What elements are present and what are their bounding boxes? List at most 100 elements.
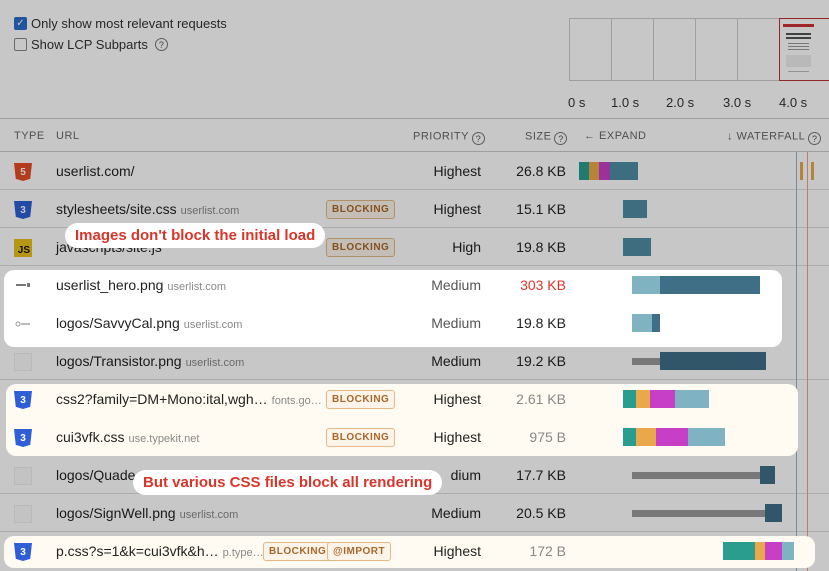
waterfall-bar-segment (632, 276, 660, 294)
size-column-header[interactable]: SIZE? (525, 130, 568, 145)
request-path: logos/SavvyCal.png (56, 315, 180, 331)
request-priority: Highest (433, 429, 481, 445)
waterfall-column-header[interactable]: ↓ WATERFALL? (727, 130, 822, 145)
waterfall-bar-segment (623, 238, 651, 256)
waterfall-bar-segment (623, 200, 647, 218)
request-domain: use.typekit.net (128, 433, 200, 445)
js-icon: JS (14, 239, 32, 257)
filmstrip-frame-rendered[interactable] (779, 18, 829, 81)
image-thumbnail-icon (14, 467, 32, 485)
waterfall-marker-line (796, 152, 797, 571)
url-column-header[interactable]: URL (56, 130, 80, 142)
blocking-badge: BLOCKING (326, 200, 396, 219)
import-badge: @IMPORT (327, 542, 392, 561)
table-row[interactable]: logos/SavvyCal.png userlist.com Medium 19… (0, 304, 829, 342)
blocking-badge: BLOCKING (326, 390, 396, 409)
request-url[interactable]: userlist.com/ (56, 163, 135, 179)
image-thumbnail-icon (14, 505, 32, 523)
request-url[interactable]: css2?family=DM+Mono:ital,wgh… fonts.go… (56, 391, 322, 407)
request-url[interactable]: stylesheets/site.css userlist.com (56, 201, 239, 217)
request-size: 20.5 KB (516, 505, 566, 521)
request-url[interactable]: cui3vfk.css use.typekit.net (56, 429, 199, 445)
css-icon: 3 (14, 429, 32, 447)
images-callout: Images don't block the initial load (65, 223, 326, 248)
waterfall-bar-segment (656, 428, 688, 446)
table-row[interactable]: userlist_hero.png userlist.com Medium 303… (0, 266, 829, 304)
request-size: 26.8 KB (516, 163, 566, 179)
timeline-tick: 2.0 s (666, 95, 695, 110)
waterfall-bar-segment (623, 390, 636, 408)
blocking-badge: BLOCKING (326, 238, 396, 257)
request-domain: fonts.go… (271, 395, 322, 407)
blocking-badge: BLOCKING (326, 428, 396, 447)
waterfall-bar-segment (675, 390, 709, 408)
timeline-tick: 3.0 s (723, 95, 752, 110)
request-priority: dium (450, 467, 481, 483)
expand-button[interactable]: ← EXPAND (584, 130, 646, 142)
table-row[interactable]: 3 cui3vfk.css use.typekit.net BLOCKING Hi… (0, 418, 829, 456)
waterfall-bar-segment (599, 162, 610, 180)
table-row[interactable]: logos/SignWell.png userlist.com Medium 20… (0, 494, 829, 532)
request-size: 19.8 KB (516, 315, 566, 331)
request-url[interactable]: logos/Quade (56, 467, 135, 483)
help-icon[interactable]: ? (154, 38, 168, 51)
table-row[interactable]: logos/Transistor.png userlist.com Medium … (0, 342, 829, 380)
waterfall-bar-segment (636, 428, 656, 446)
request-url[interactable]: logos/Transistor.png userlist.com (56, 353, 244, 369)
request-priority: Medium (431, 277, 481, 293)
request-url[interactable]: logos/SignWell.png userlist.com (56, 505, 238, 521)
size-help-icon[interactable]: ? (554, 132, 568, 145)
request-path: cui3vfk.css (56, 429, 125, 445)
waterfall-bar-segment (610, 162, 638, 180)
request-size: 19.2 KB (516, 353, 566, 369)
table-row[interactable]: 3 p.css?s=1&k=cui3vfk&h… p.type… BLOCKING… (0, 532, 829, 570)
html-icon: 5 (14, 163, 32, 181)
request-domain: userlist.com (183, 319, 243, 331)
table-row[interactable]: 5 userlist.com/ Highest 26.8 KB (0, 152, 829, 190)
css-icon: 3 (14, 543, 32, 561)
type-column-header[interactable]: TYPE (14, 130, 45, 142)
timeline-tick: 1.0 s (611, 95, 640, 110)
waterfall-wait-segment (632, 510, 765, 517)
waterfall-bar-segment (688, 428, 725, 446)
timeline-tick: 4.0 s (779, 95, 808, 110)
lcp-subparts-option[interactable]: Show LCP Subparts ? (14, 37, 168, 52)
request-size: 303 KB (520, 277, 566, 293)
request-url[interactable]: p.css?s=1&k=cui3vfk&h… p.type… (56, 543, 264, 559)
request-priority: Highest (433, 163, 481, 179)
request-domain: p.type… (222, 547, 264, 559)
request-url[interactable]: userlist_hero.png userlist.com (56, 277, 226, 293)
waterfall-bar-segment (755, 542, 765, 560)
waterfall-bar-segment (811, 162, 814, 180)
request-domain: userlist.com (180, 205, 240, 217)
lcp-subparts-checkbox[interactable] (14, 38, 27, 51)
waterfall-help-icon[interactable]: ? (808, 132, 822, 145)
waterfall-bar-segment (623, 428, 636, 446)
waterfall-bar-segment (782, 542, 794, 560)
waterfall-bar-segment (723, 542, 755, 560)
table-row[interactable]: 3 css2?family=DM+Mono:ital,wgh… fonts.go…… (0, 380, 829, 418)
priority-column-header[interactable]: PRIORITY? (413, 130, 485, 145)
css-callout: But various CSS files block all renderin… (133, 470, 443, 495)
waterfall-bar-segment (765, 504, 782, 522)
size-header-label: SIZE (525, 130, 552, 143)
request-priority: Medium (431, 353, 481, 369)
waterfall-bar-segment (589, 162, 599, 180)
timeline-tick: 0 s (568, 95, 586, 110)
request-url[interactable]: logos/SavvyCal.png userlist.com (56, 315, 242, 331)
waterfall-bar-segment (800, 162, 803, 180)
waterfall-bar-segment (660, 352, 766, 370)
waterfall-bar-segment (636, 390, 650, 408)
request-path: logos/SignWell.png (56, 505, 176, 521)
request-priority: Highest (433, 201, 481, 217)
relevant-requests-option[interactable]: ✓ Only show most relevant requests (14, 16, 227, 31)
image-thumbnail-icon (14, 315, 32, 333)
priority-help-icon[interactable]: ? (471, 132, 485, 145)
request-priority: Medium (431, 505, 481, 521)
waterfall-bar-segment (632, 314, 652, 332)
relevant-requests-checkbox[interactable]: ✓ (14, 17, 27, 30)
css-icon: 3 (14, 201, 32, 219)
waterfall-bar-segment (660, 276, 760, 294)
waterfall-bar-segment (760, 466, 775, 484)
request-priority: Highest (433, 543, 481, 559)
